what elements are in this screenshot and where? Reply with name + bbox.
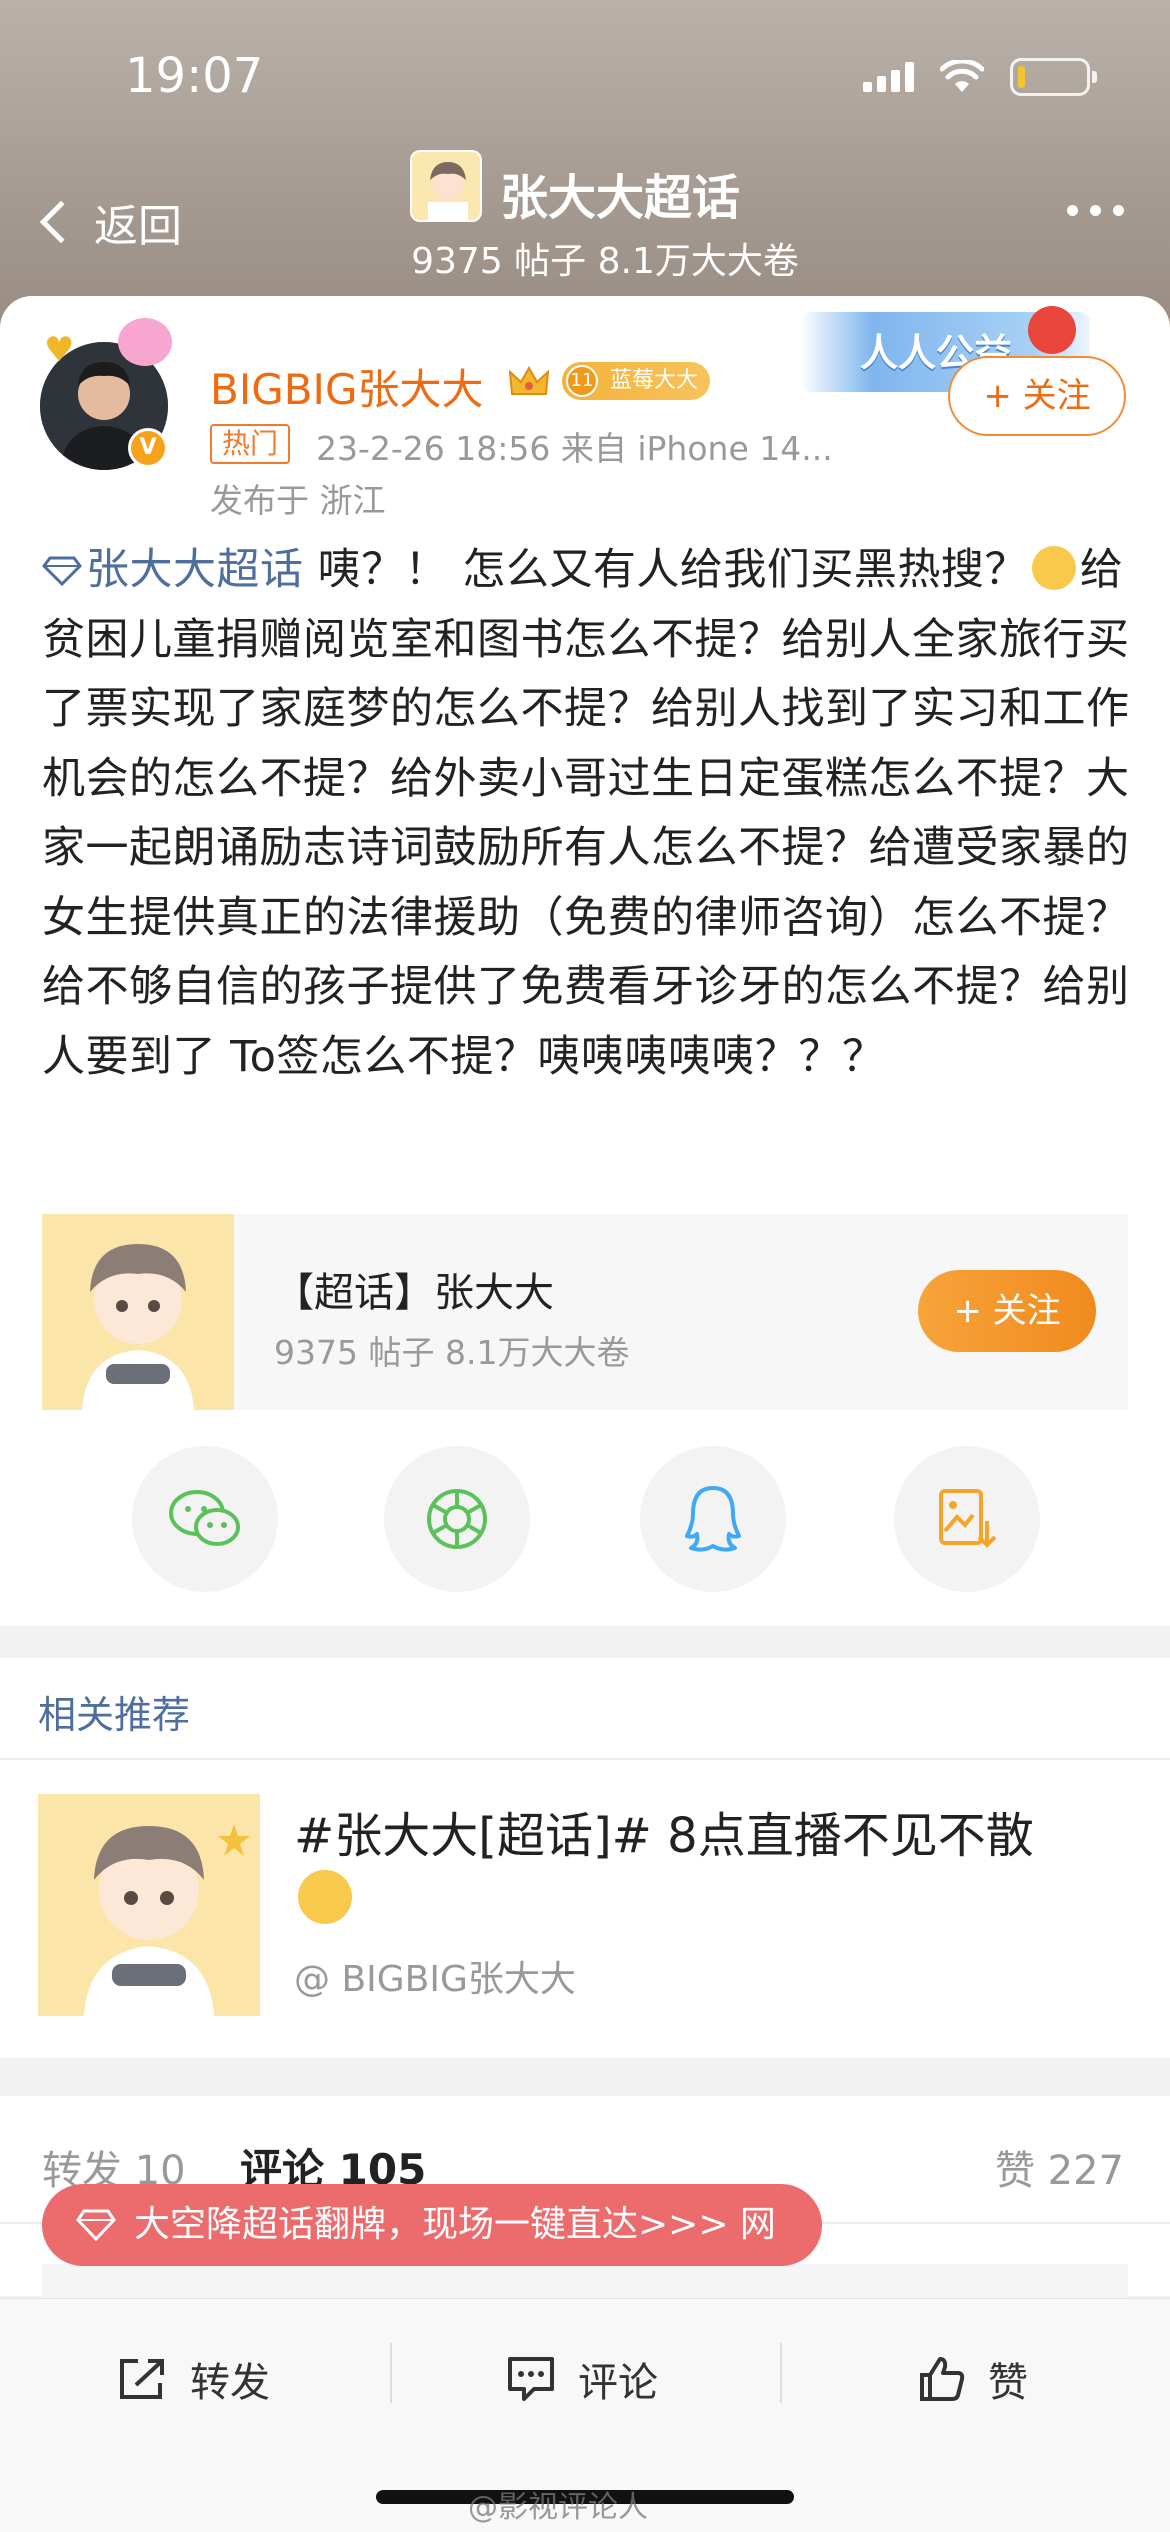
post-text-part-a: 咦？！ 怎么又有人给我们买黑热搜？ xyxy=(303,545,1028,595)
related-heading: 相关推荐 xyxy=(38,1693,191,1737)
post-card: ♥ V BIGBIG张大大 11 蓝莓大大 热门 23-2-26 18:56 来… xyxy=(0,296,1170,1626)
topic-card[interactable]: 【超话】张大大 9375 帖子 8.1万大大卷 + 关注 xyxy=(42,1214,1128,1410)
crown-icon xyxy=(508,365,550,395)
topic-link-label: 张大大超话 xyxy=(86,545,304,595)
share-wechat-button[interactable] xyxy=(132,1446,278,1592)
supertopic-diamond-icon xyxy=(76,2209,116,2242)
moments-icon xyxy=(427,1489,487,1549)
post-location: 发布于 浙江 xyxy=(210,481,386,520)
post-text: 张大大超话 咦？！ 怎么又有人给我们买黑热搜？ 给贫困儿童捐赠阅览室和图书怎么不提… xyxy=(42,536,1132,1092)
like-button[interactable]: 赞 xyxy=(918,2339,1028,2419)
related-thumbnail[interactable] xyxy=(38,1794,260,2016)
topic-header: 19:07 返回 张大大超话 9375 帖子 8.1万大大卷 xyxy=(0,0,1170,330)
status-icons xyxy=(863,58,1097,96)
cellular-signal-icon xyxy=(863,62,914,92)
topic-link[interactable]: 张大大超话 xyxy=(42,545,304,595)
share-moments-button[interactable] xyxy=(384,1446,530,1592)
more-options-button[interactable] xyxy=(1067,205,1124,216)
dot-icon xyxy=(1067,205,1078,216)
dot-icon xyxy=(1113,205,1124,216)
pig-decoration-icon xyxy=(118,318,172,366)
follow-button[interactable]: + 关注 xyxy=(948,356,1126,436)
like-label: 赞 xyxy=(988,2360,1028,2406)
qq-icon xyxy=(685,1486,741,1552)
divider xyxy=(0,1758,1170,1760)
divider xyxy=(390,2343,392,2403)
repost-icon xyxy=(120,2359,164,2399)
topic-card-stats: 9375 帖子 8.1万大大卷 xyxy=(274,1333,630,1372)
thumbs-up-icon xyxy=(920,2357,965,2401)
promo-toast[interactable]: 大空降超话翻牌，现场一键直达>>> 网 xyxy=(42,2184,822,2266)
topic-avatar xyxy=(410,150,482,222)
status-time: 19:07 xyxy=(125,48,264,104)
heart-decoration-icon: ♥ xyxy=(44,330,75,370)
comment-button[interactable]: 评论 xyxy=(506,2339,658,2419)
post-meta: 23-2-26 18:56 来自 iPhone 14... xyxy=(316,429,833,468)
author-name[interactable]: BIGBIG张大大 xyxy=(210,356,484,417)
save-image-icon xyxy=(939,1489,997,1548)
watermark: @影视评论人 xyxy=(468,2490,648,2525)
repost-label: 转发 xyxy=(190,2360,270,2406)
verified-badge-icon: V xyxy=(128,428,168,468)
charity-mascot-icon xyxy=(1028,306,1076,354)
share-row xyxy=(0,1446,1170,1596)
comment-label: 评论 xyxy=(578,2360,658,2406)
fan-level: 11 xyxy=(566,365,598,397)
topic-card-title: 【超话】张大大 xyxy=(274,1270,554,1316)
comment-icon xyxy=(508,2357,554,2401)
supertopic-diamond-icon xyxy=(42,556,82,586)
related-title-text: #张大大[超话]# 8点直播不见不散 xyxy=(294,1808,1034,1864)
wechat-icon xyxy=(169,1490,240,1546)
related-section: 相关推荐 #张大大[超话]# 8点直播不见不散 @ BIGBIG张大大 xyxy=(0,1658,1170,2058)
topic-card-follow-button[interactable]: + 关注 xyxy=(918,1270,1096,1352)
fan-badge[interactable]: 11 蓝莓大大 xyxy=(562,362,711,400)
repost-button[interactable]: 转发 xyxy=(116,2339,270,2419)
post-text-part-b: 给贫困儿童捐赠阅览室和图书怎么不提？给别人全家旅行买了票实现了家庭梦的怎么不提？… xyxy=(42,545,1130,1082)
related-user[interactable]: @ BIGBIG张大大 xyxy=(294,1950,576,2002)
wifi-icon xyxy=(940,60,984,92)
share-qq-button[interactable] xyxy=(640,1446,786,1592)
like-tab[interactable]: 赞 227 xyxy=(995,2138,1124,2196)
related-title[interactable]: #张大大[超话]# 8点直播不见不散 xyxy=(294,1804,1114,1932)
fan-badge-label: 蓝莓大大 xyxy=(610,368,699,393)
save-image-button[interactable] xyxy=(894,1446,1040,1592)
topic-card-image xyxy=(42,1214,234,1410)
love-emoji-icon xyxy=(298,1870,352,1924)
battery-icon xyxy=(1010,58,1097,96)
topic-stats: 9375 帖子 8.1万大大卷 xyxy=(411,241,799,282)
dot-icon xyxy=(1090,205,1101,216)
topic-title: 张大大超话 xyxy=(500,170,741,226)
sweat-emoji-icon xyxy=(1031,546,1076,590)
hot-tag: 热门 xyxy=(210,424,291,464)
toast-text: 大空降超话翻牌，现场一键直达>>> 网 xyxy=(134,2204,776,2245)
divider xyxy=(780,2343,782,2403)
